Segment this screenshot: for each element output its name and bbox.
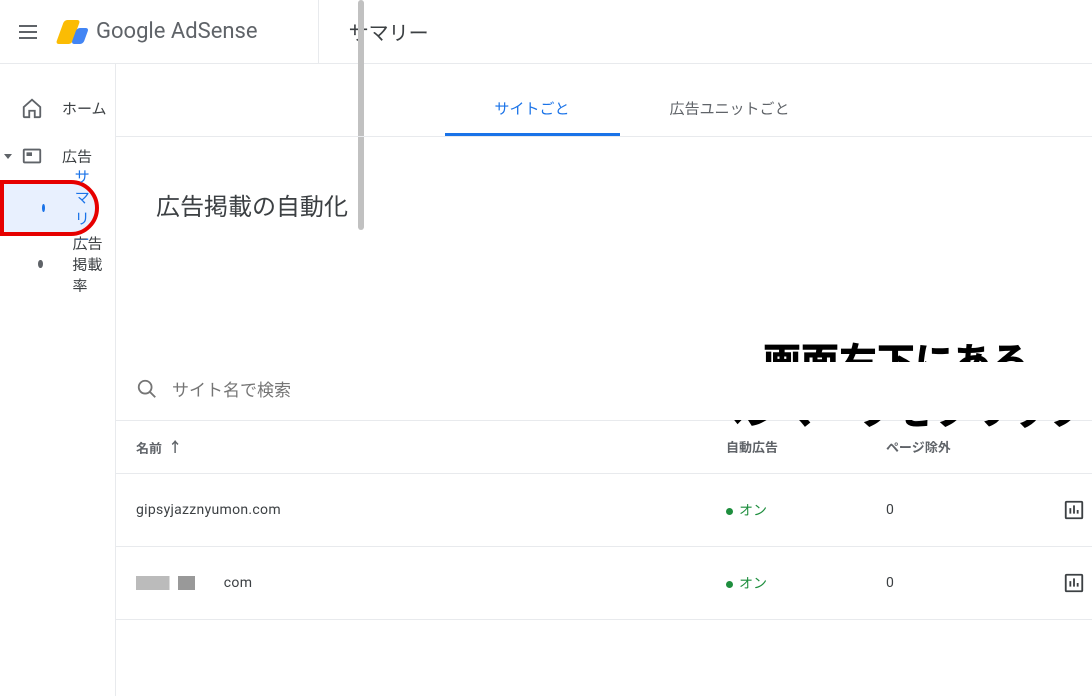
sidebar-item-summary[interactable]: サマリー xyxy=(0,180,99,236)
search-icon xyxy=(136,378,158,404)
sidebar-item-home[interactable]: ホーム xyxy=(0,84,115,132)
sidebar-item-ad-rate[interactable]: 広告掲載率 xyxy=(0,236,115,292)
tabs: サイトごと 広告ユニットごと xyxy=(116,84,1092,137)
report-button[interactable] xyxy=(1056,565,1092,601)
app-header: Google AdSense サマリー xyxy=(0,0,1092,64)
search-input[interactable] xyxy=(172,381,1092,401)
bullet-icon xyxy=(38,260,43,268)
section-title: 広告掲載の自動化 xyxy=(116,137,1092,252)
home-icon xyxy=(20,96,44,120)
sidebar-item-label: ホーム xyxy=(62,98,107,119)
redacted-text xyxy=(136,576,220,590)
site-name: gipsyjazznyumon.com xyxy=(136,502,726,518)
ad-box-icon xyxy=(20,144,44,168)
column-header-name[interactable]: 名前 ↑ xyxy=(136,437,726,457)
tab-by-unit[interactable]: 広告ユニットごと xyxy=(620,84,840,136)
search-bar xyxy=(116,362,1092,420)
main-content: サイトごと 広告ユニットごと 広告掲載の自動化 画面右下にある ペンマークをクリ… xyxy=(116,64,1092,696)
report-button[interactable] xyxy=(1056,492,1092,528)
sidebar-item-ads[interactable]: 広告 xyxy=(0,132,115,180)
column-header-page-exclude: ページ除外 xyxy=(886,437,1092,457)
sidebar: ホーム 広告 サマリー 広告掲載率 xyxy=(0,64,116,696)
page-title: サマリー xyxy=(318,0,429,63)
adsense-logo-icon xyxy=(56,16,88,48)
sidebar-item-label: 広告掲載率 xyxy=(73,233,115,296)
sort-ascending-icon: ↑ xyxy=(168,437,182,457)
column-header-auto-ads: 自動広告 xyxy=(726,437,886,457)
auto-ads-status: オン xyxy=(726,573,886,593)
page-exclude-count: 0 xyxy=(886,575,1056,591)
table-row: gipsyjazznyumon.com オン 0 xyxy=(116,474,1092,547)
table-row: com オン 0 xyxy=(116,547,1092,620)
page-exclude-count: 0 xyxy=(886,502,1056,518)
logo[interactable]: Google AdSense xyxy=(56,16,258,48)
bullet-icon xyxy=(42,204,45,212)
sidebar-item-label: 広告 xyxy=(62,146,92,167)
auto-ads-status: オン xyxy=(726,500,886,520)
tab-by-site[interactable]: サイトごと xyxy=(445,84,620,136)
logo-text: Google AdSense xyxy=(96,19,258,44)
site-name: com xyxy=(136,575,726,591)
hamburger-menu-icon[interactable] xyxy=(16,20,40,44)
